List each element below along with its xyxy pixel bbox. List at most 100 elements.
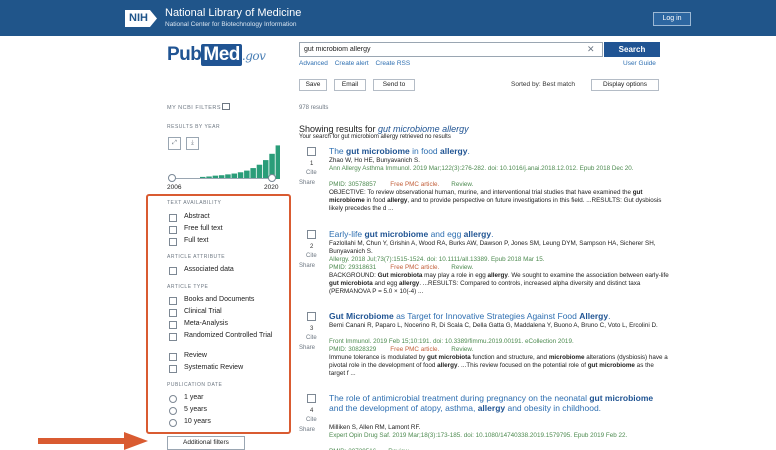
create-alert-link[interactable]: Create alert <box>335 60 369 67</box>
year-slider-start-handle[interactable] <box>168 174 176 182</box>
filter-randomized-controlled-trial[interactable]: Randomized Controlled Trial <box>169 332 279 341</box>
filter-review[interactable]: Review <box>169 352 207 361</box>
histogram-bar[interactable] <box>275 145 280 179</box>
create-rss-link[interactable]: Create RSS <box>376 60 411 67</box>
checkbox[interactable] <box>169 214 177 222</box>
result-authors: Zhao W, Ho HE, Bunyavanich S. <box>329 157 420 164</box>
showing-prefix: Showing results for <box>299 124 379 134</box>
result-title-link[interactable]: The role of antimicrobial treatment duri… <box>329 393 669 413</box>
nih-logo[interactable]: NIH <box>125 10 157 27</box>
result-title-link[interactable]: Early-life gut microbiome and egg allerg… <box>329 229 669 239</box>
my-ncbi-filters-title[interactable]: MY NCBI FILTERS <box>167 105 221 111</box>
nlm-title[interactable]: National Library of Medicine <box>165 7 301 19</box>
advanced-link[interactable]: Advanced <box>299 60 328 67</box>
share-button[interactable]: Share <box>299 180 315 186</box>
cite-button[interactable]: Cite <box>306 335 317 341</box>
share-button[interactable]: Share <box>299 427 315 433</box>
filter-1-year[interactable]: 1 year <box>169 394 203 403</box>
radio[interactable] <box>169 395 177 403</box>
checkbox[interactable] <box>169 321 177 329</box>
filter-label: Clinical Trial <box>184 308 222 315</box>
clear-icon[interactable]: ✕ <box>587 44 595 55</box>
logo-gov: .gov <box>241 49 266 63</box>
free-pmc-badge[interactable]: Free PMC article. <box>390 181 439 188</box>
pubmed-logo[interactable]: Pub Med .gov <box>167 44 266 66</box>
filter-associated-data[interactable]: Associated data <box>169 266 234 275</box>
free-pmc-badge[interactable]: Free PMC article. <box>390 346 439 353</box>
result-pmid-line: PMID: 30828329 Free PMC article. Review. <box>329 346 473 353</box>
display-options-button[interactable]: Display options <box>591 79 659 91</box>
result-snippet: BACKGROUND: Gut microbiota may play a ro… <box>329 272 669 295</box>
filter-meta-analysis[interactable]: Meta-Analysis <box>169 320 228 329</box>
checkbox[interactable] <box>169 353 177 361</box>
result-checkbox[interactable] <box>307 394 316 403</box>
ncbi-subtitle: National Center for Biotechnology Inform… <box>165 21 297 28</box>
share-button[interactable]: Share <box>299 263 315 269</box>
filter-clinical-trial[interactable]: Clinical Trial <box>169 308 222 317</box>
checkbox[interactable] <box>169 333 177 341</box>
corrected-search-term[interactable]: gut microbiome allergy <box>378 124 469 134</box>
year-slider-track[interactable] <box>172 178 272 179</box>
review-badge: Review. <box>451 346 474 353</box>
filter-5-years[interactable]: 5 years <box>169 406 207 415</box>
results-by-year-title: RESULTS BY YEAR <box>167 124 221 130</box>
sort-label[interactable]: Sorted by: Best match <box>511 81 575 88</box>
filter-label: Books and Documents <box>184 296 255 303</box>
result-snippet: OBJECTIVE: To review observational human… <box>329 189 662 212</box>
cite-button[interactable]: Cite <box>306 170 317 176</box>
histogram-bar[interactable] <box>256 164 263 179</box>
result-pmid-line: PMID: 30578857 Free PMC article. Review. <box>329 181 473 188</box>
search-input[interactable] <box>299 42 603 57</box>
logo-med: Med <box>201 44 242 66</box>
result-number: 1 <box>310 161 314 167</box>
search-button[interactable]: Search <box>604 42 660 57</box>
result-authors: Fazlollahi M, Chun Y, Grishin A, Wood RA… <box>329 240 656 255</box>
filter-full-text[interactable]: Full text <box>169 237 209 246</box>
filter-label: Systematic Review <box>184 364 244 371</box>
radio[interactable] <box>169 407 177 415</box>
send-to-button[interactable]: Send to <box>373 79 415 91</box>
filter-label: Meta-Analysis <box>184 320 228 327</box>
results-by-year-histogram <box>200 145 280 179</box>
filter-label: Review <box>184 352 207 359</box>
result-citation: Expert Opin Drug Saf. 2019 Mar;18(3):173… <box>329 432 628 439</box>
checkbox[interactable] <box>169 238 177 246</box>
checkbox[interactable] <box>169 226 177 234</box>
cite-button[interactable]: Cite <box>306 253 317 259</box>
result-title-link[interactable]: The gut microbiome in food allergy. <box>329 146 669 156</box>
year-end-label: 2020 <box>264 184 279 191</box>
year-slider-end-handle[interactable] <box>268 174 276 182</box>
user-guide-link[interactable]: User Guide <box>623 60 656 67</box>
result-pmid: PMID: 30828329 <box>329 346 377 353</box>
checkbox[interactable] <box>169 309 177 317</box>
filter-abstract[interactable]: Abstract <box>169 213 210 222</box>
free-pmc-badge[interactable]: Free PMC article. <box>390 264 439 271</box>
checkbox[interactable] <box>169 297 177 305</box>
share-button[interactable]: Share <box>299 345 315 351</box>
radio[interactable] <box>169 419 177 427</box>
filter-10-years[interactable]: 10 years <box>169 418 211 427</box>
result-checkbox[interactable] <box>307 312 316 321</box>
external-link-icon[interactable] <box>222 103 230 110</box>
filter-books-and-documents[interactable]: Books and Documents <box>169 296 254 305</box>
result-checkbox[interactable] <box>307 230 316 239</box>
filter-systematic-review[interactable]: Systematic Review <box>169 364 243 373</box>
save-button[interactable]: Save <box>299 79 327 91</box>
cite-button[interactable]: Cite <box>306 417 317 423</box>
filter-label: Associated data <box>184 266 234 273</box>
login-button[interactable]: Log in <box>653 12 691 26</box>
result-number: 3 <box>310 326 314 332</box>
nih-banner: NIH National Library of Medicine Nationa… <box>0 0 776 36</box>
original-search-note: Your search for gut microbiom allergy re… <box>299 134 451 140</box>
additional-filters-button[interactable]: Additional filters <box>167 436 245 450</box>
logo-pub: Pub <box>167 44 202 65</box>
checkbox[interactable] <box>169 365 177 373</box>
result-pmid-line: PMID: 29318631 Free PMC article. Review. <box>329 264 473 271</box>
result-checkbox[interactable] <box>307 147 316 156</box>
result-snippet: Immune tolerance is modulated by gut mic… <box>329 354 668 377</box>
email-button[interactable]: Email <box>334 79 366 91</box>
filter-free-full-text[interactable]: Free full text <box>169 225 223 234</box>
result-title-link[interactable]: Gut Microbiome as Target for Innovative … <box>329 311 669 321</box>
checkbox[interactable] <box>169 267 177 275</box>
filter-label: 5 years <box>184 406 207 413</box>
